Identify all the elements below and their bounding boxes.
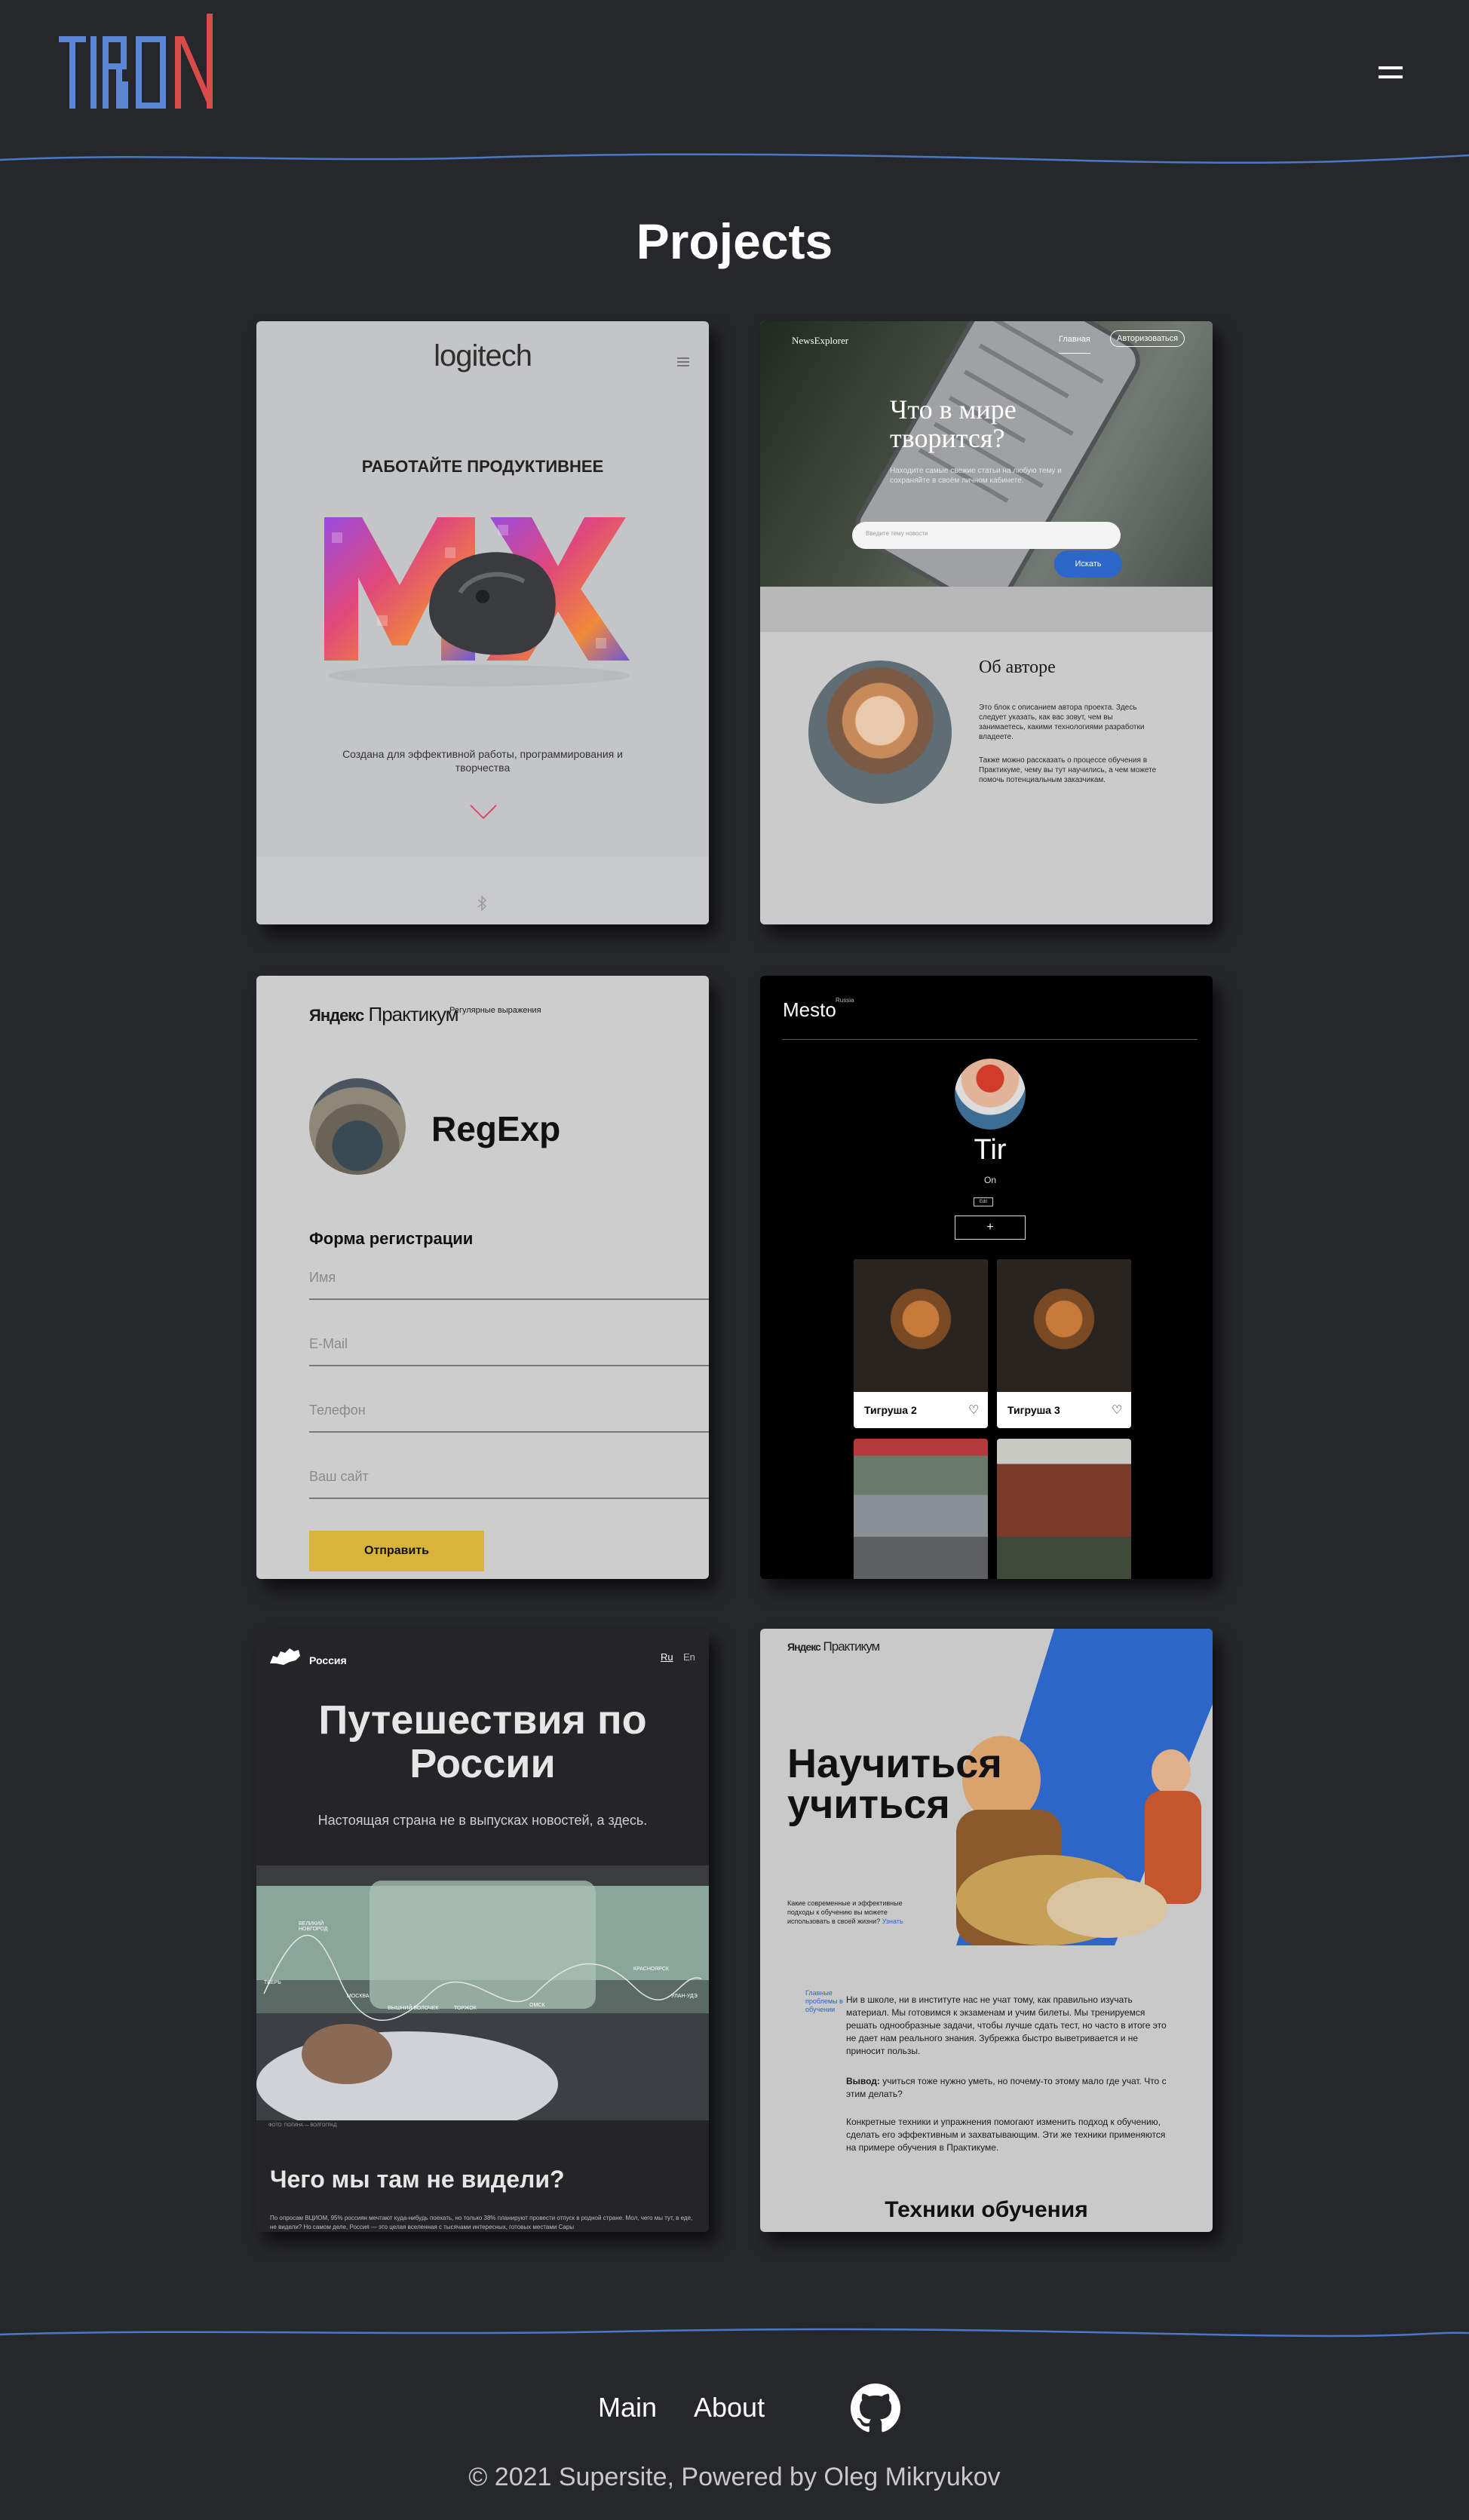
like-heart-icon[interactable]: ♡ bbox=[1112, 1403, 1122, 1418]
practicum-logo: Яндекс Практикум bbox=[309, 1003, 458, 1026]
project-card-regexp[interactable]: Яндекс Практикум Регулярные выражения Re… bbox=[256, 976, 709, 1579]
mesto-logo: Mesto bbox=[783, 998, 836, 1021]
hero-subhead: Настоящая страна не в выпусках новостей,… bbox=[317, 1813, 648, 1828]
tiron-logo-icon bbox=[59, 14, 213, 109]
form-title: Форма регистрации bbox=[309, 1229, 474, 1248]
project-card-russia[interactable]: Россия Ru En Путешествия по России Насто… bbox=[256, 1629, 709, 2232]
github-icon[interactable] bbox=[851, 2384, 900, 2433]
section-text: По опросам ВЦИОМ, 95% россиян мечтают ку… bbox=[270, 2215, 693, 2230]
project-tag: Регулярные выражения bbox=[449, 1006, 541, 1015]
avatar bbox=[309, 1078, 406, 1175]
site-brand[interactable]: NewsExplorer bbox=[792, 335, 848, 347]
footer-link-about[interactable]: About bbox=[694, 2392, 765, 2423]
about-paragraph-1: Это блок с описанием автора проекта. Зде… bbox=[979, 704, 1145, 741]
profile-avatar[interactable] bbox=[955, 1059, 1026, 1130]
train-photo: ВЕЛИКИЙ НОВГОРОД ТВЕРЬ ВЫШНИЙ ВОЛОЧЕК МО… bbox=[256, 1865, 709, 2120]
hero-headline: Что в мире творится? bbox=[890, 394, 1017, 453]
add-place-button[interactable]: + bbox=[955, 1216, 1026, 1240]
place-title: Тигруша 2 bbox=[864, 1404, 917, 1416]
hero-subhead: Находите самые свежие статьи на любую те… bbox=[890, 467, 1062, 485]
nav-link-main[interactable]: Главная bbox=[1059, 335, 1090, 354]
like-heart-icon[interactable]: ♡ bbox=[968, 1403, 979, 1418]
paragraph-1: Ни в школе, ни в институте нас не учат т… bbox=[846, 1994, 1167, 2056]
hero-bottom-strip bbox=[760, 587, 1213, 632]
about-paragraph-2: Также можно рассказать о процессе обучен… bbox=[979, 756, 1157, 784]
street-image bbox=[854, 1439, 988, 1579]
search-input[interactable]: Введите тему новости bbox=[852, 522, 1121, 549]
footer-link-main[interactable]: Main bbox=[598, 2392, 657, 2423]
site-logo[interactable] bbox=[59, 14, 241, 113]
about-title: Об авторе bbox=[979, 658, 1056, 677]
section-title: Техники обучения bbox=[885, 2197, 1088, 2222]
route-label: ВЫШНИЙ ВОЛОЧЕК bbox=[388, 2006, 439, 2011]
card-caption: Создана для эффективной работы, программ… bbox=[342, 748, 623, 774]
search-button[interactable]: Искать bbox=[1054, 550, 1122, 578]
hero-headline: Путешествия по России bbox=[318, 1697, 647, 1786]
route-label: ТОРЖОК bbox=[454, 2006, 477, 2011]
paragraph-2-text: учиться тоже нужно уметь, но почему-то э… bbox=[846, 2076, 1167, 2099]
card-headline: РАБОТАЙТЕ ПРОДУКТИВНЕЕ bbox=[361, 457, 604, 476]
place-title: Тигруша 3 bbox=[1007, 1404, 1060, 1416]
project-title: RegExp bbox=[431, 1109, 561, 1148]
photo-credit: ФОТО: ПОЛИНА — ВОЛГОГРАД bbox=[268, 2123, 337, 2128]
brand-practicum: Практикум bbox=[368, 1003, 459, 1025]
mesto-logo-sup: Russia bbox=[836, 997, 854, 1004]
header-divider bbox=[0, 153, 1469, 164]
website-field[interactable]: Ваш сайт bbox=[309, 1469, 709, 1499]
site-brand[interactable]: Россия bbox=[309, 1654, 347, 1666]
russia-map-icon bbox=[268, 1645, 302, 1670]
lang-en[interactable]: En bbox=[683, 1651, 695, 1663]
project-card-newsexplorer[interactable]: NewsExplorer Главная Авторизоваться Что … bbox=[760, 321, 1213, 924]
lang-ru[interactable]: Ru bbox=[661, 1651, 673, 1663]
hero-intro: Какие современные и эффективные подходы … bbox=[787, 1899, 915, 1926]
profile-about: On bbox=[983, 1175, 996, 1185]
mx-mouse-image bbox=[309, 502, 649, 691]
project-card-mesto[interactable]: Mesto Russia Tir On Edit + Тигруша 2 ♡ Т… bbox=[760, 976, 1213, 1579]
paragraph-3: Конкретные техники и упражнения помогают… bbox=[846, 2117, 1166, 2153]
section-title: Чего мы там не видели? bbox=[270, 2166, 565, 2193]
paragraph-2: Вывод: учиться тоже нужно уметь, но поче… bbox=[846, 2075, 1170, 2101]
author-photo bbox=[808, 661, 952, 804]
bluetooth-icon bbox=[477, 895, 487, 915]
place-card[interactable]: Тигруша 2 ♡ bbox=[854, 1259, 988, 1428]
name-field[interactable]: Имя bbox=[309, 1270, 709, 1300]
route-label: ВЕЛИКИЙ НОВГОРОД bbox=[299, 1921, 328, 1932]
footer-divider bbox=[0, 2328, 1469, 2338]
side-note: Главные проблемы в обучении bbox=[805, 1989, 843, 2013]
place-card[interactable] bbox=[854, 1439, 988, 1579]
brand-yandex: Яндекс bbox=[309, 1006, 364, 1025]
phone-field[interactable]: Телефон bbox=[309, 1403, 709, 1433]
route-label: УЛАН-УДЭ bbox=[671, 1994, 698, 1999]
paragraph-2-lead: Вывод: bbox=[846, 2076, 880, 2086]
place-card[interactable] bbox=[997, 1439, 1131, 1579]
route-label: КРАСНОЯРСК bbox=[633, 1967, 669, 1972]
menu-icon[interactable] bbox=[677, 357, 689, 366]
intro-link[interactable]: Узнать bbox=[882, 1918, 903, 1925]
header-divider bbox=[783, 1039, 1198, 1040]
copyright-text: © 2021 Supersite, Powered by Oleg Mikryu… bbox=[468, 2463, 1001, 2491]
pagoda-image bbox=[997, 1439, 1131, 1579]
hero-headline: Научиться учиться bbox=[787, 1741, 1002, 1827]
login-button[interactable]: Авторизоваться bbox=[1110, 330, 1185, 347]
route-label: ТВЕРЬ bbox=[264, 1980, 281, 1985]
tiger-image bbox=[997, 1259, 1131, 1392]
chevron-down-icon[interactable] bbox=[469, 804, 498, 824]
route-label: МОСКВА bbox=[347, 1994, 370, 1999]
project-card-learning[interactable]: Яндекс Практикум Научиться учиться Какие… bbox=[760, 1629, 1213, 2232]
tiger-image bbox=[854, 1259, 988, 1392]
page-title: Projects bbox=[636, 213, 833, 269]
site-header bbox=[0, 0, 1469, 164]
submit-button[interactable]: Отправить bbox=[309, 1531, 484, 1571]
project-card-logitech[interactable]: logitech РАБОТАЙТЕ ПРОДУКТИВНЕЕ Создана … bbox=[256, 321, 709, 924]
route-label: ОМСК bbox=[529, 2003, 545, 2008]
edit-button[interactable]: Edit bbox=[974, 1197, 993, 1206]
card-brand: logitech bbox=[434, 339, 532, 372]
email-field[interactable]: E-Mail bbox=[309, 1336, 709, 1366]
profile-name: Tir bbox=[974, 1134, 1007, 1166]
hamburger-menu-icon[interactable] bbox=[1379, 65, 1403, 83]
place-card[interactable]: Тигруша 3 ♡ bbox=[997, 1259, 1131, 1428]
